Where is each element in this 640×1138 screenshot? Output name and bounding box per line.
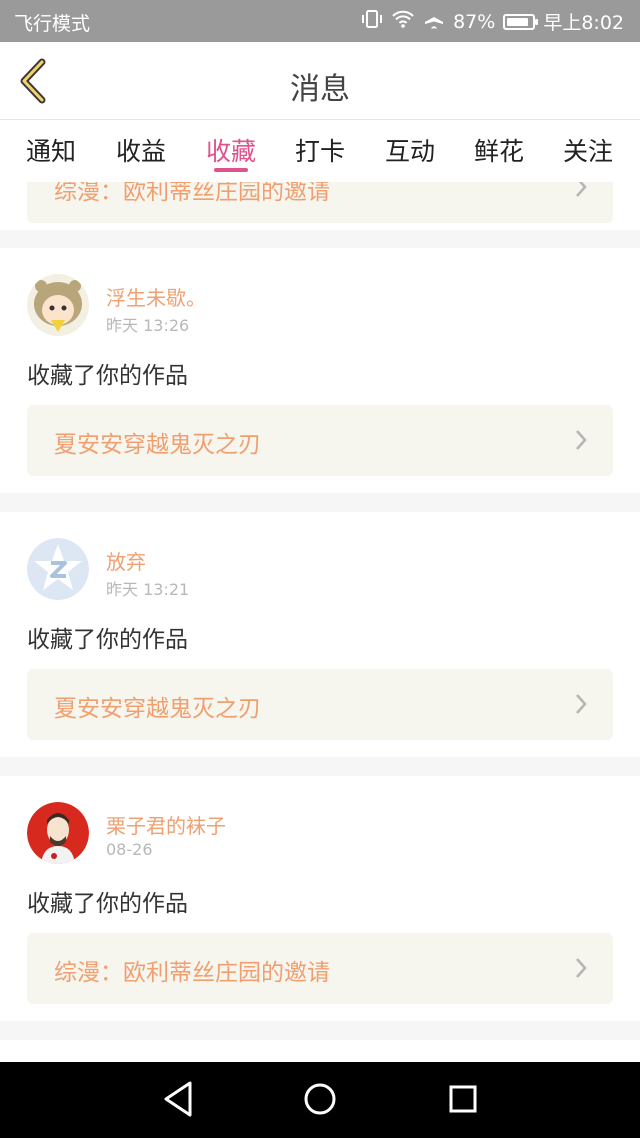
avatar[interactable] [27,802,89,864]
username[interactable]: 栗子君的袜子 [106,810,226,839]
tab-follow[interactable]: 关注 [563,132,613,168]
tab-notifications[interactable]: 通知 [26,132,76,168]
default-z-avatar-icon [27,538,89,600]
battery-percent: 87% [453,10,496,33]
clock: 早上8:02 [543,12,624,34]
action-text: 收藏了你的作品 [27,891,188,917]
username[interactable]: 放弃 [106,546,146,575]
work-title: 夏安安穿越鬼灭之刃 [54,432,261,458]
message-card: 栗子君的袜子 08-26 收藏了你的作品 综漫：欧利蒂丝庄园的邀请 [0,776,640,1021]
tab-checkin[interactable]: 打卡 [295,132,345,168]
work-link[interactable]: 夏安安穿越鬼灭之刃 [27,669,613,740]
tab-bar: 通知 收益 收藏 打卡 互动 鲜花 关注 [0,120,640,182]
avatar[interactable] [27,274,89,336]
page-title: 消息 [290,72,350,107]
work-link[interactable]: 夏安安穿越鬼灭之刃 [27,405,613,476]
work-link[interactable]: 综漫：欧利蒂丝庄园的邀请 [27,182,613,223]
square-recents-icon [449,1085,477,1113]
wifi-icon [391,9,415,34]
status-icons: 87% 早上8:02 [361,8,624,35]
airplane-mode-label: 飞行模式 [14,13,91,35]
circle-home-icon [304,1083,336,1115]
timestamp: 昨天 13:21 [106,580,190,599]
tab-interaction[interactable]: 互动 [385,132,435,168]
timestamp: 昨天 13:26 [106,316,190,335]
tab-favorites[interactable]: 收藏 [206,132,256,168]
system-navigation-bar [0,1062,640,1138]
chevron-right-icon [576,182,587,197]
active-tab-indicator [214,168,248,172]
vibrate-icon [361,9,383,34]
action-text: 收藏了你的作品 [27,627,188,653]
message-card: 放弃 昨天 13:21 收藏了你的作品 夏安安穿越鬼灭之刃 [0,512,640,757]
tab-flowers[interactable]: 鲜花 [474,132,524,168]
tab-earnings[interactable]: 收益 [116,132,166,168]
message-card-partial: 综漫：欧利蒂丝庄园的邀请 [0,182,640,230]
timestamp: 08-26 [106,840,153,859]
username[interactable]: 浮生未歇。 [106,282,206,311]
chevron-right-icon [576,694,587,714]
chevron-right-icon [576,430,587,450]
work-title: 夏安安穿越鬼灭之刃 [54,696,261,722]
app-bar: 消息 [0,42,640,120]
airplane-icon [423,9,445,34]
red-character-avatar-icon [27,802,89,864]
message-feed[interactable]: 综漫：欧利蒂丝庄园的邀请 浮生未歇。 昨天 13:26 收藏了你的作品 夏安安穿… [0,182,640,1062]
nav-recents-button[interactable] [448,1080,478,1122]
action-text: 收藏了你的作品 [27,363,188,389]
status-bar: 飞行模式 87% 早上8:02 [0,0,640,42]
nav-back-button[interactable] [162,1080,194,1122]
triangle-back-icon [164,1081,192,1117]
message-card-partial [0,1040,640,1062]
chevron-right-icon [576,958,587,978]
work-link[interactable]: 综漫：欧利蒂丝庄园的邀请 [27,933,613,1004]
avatar[interactable] [27,538,89,600]
work-title: 综漫：欧利蒂丝庄园的邀请 [54,960,330,986]
cartoon-boy-avatar-icon [27,274,89,336]
work-title: 综漫：欧利蒂丝庄园的邀请 [54,182,330,205]
nav-home-button[interactable] [304,1080,336,1122]
battery-icon [503,13,539,30]
message-card: 浮生未歇。 昨天 13:26 收藏了你的作品 夏安安穿越鬼灭之刃 [0,248,640,493]
